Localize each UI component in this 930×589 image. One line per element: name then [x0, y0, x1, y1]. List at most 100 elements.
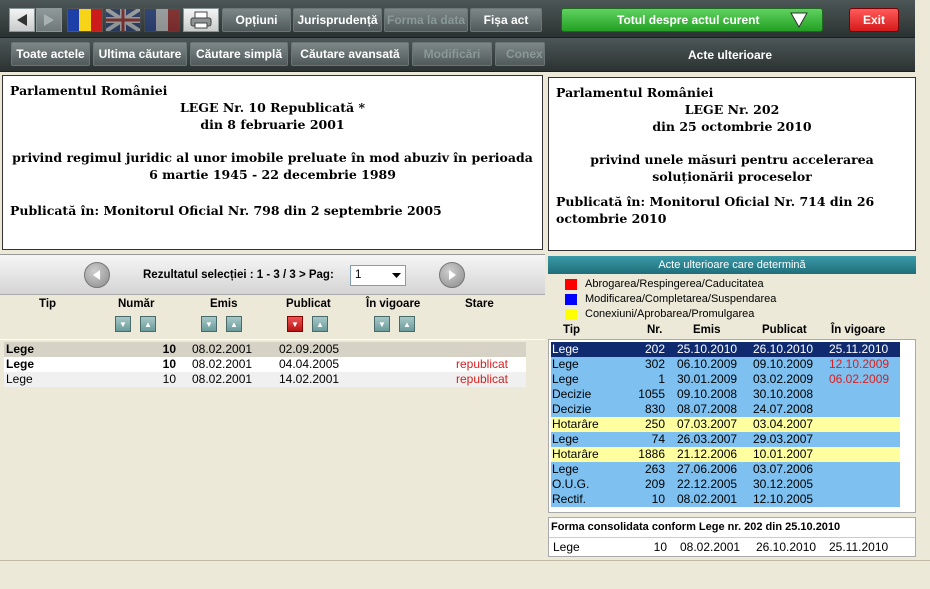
sort-emis-asc-button[interactable]: ▲ — [226, 316, 242, 332]
previous-arrow-icon — [93, 270, 100, 280]
col-nr: Nr. — [647, 324, 663, 336]
forward-arrow-icon — [44, 14, 54, 26]
consolidated-label: Forma consolidata conform Lege nr. 202 d… — [551, 521, 841, 533]
cell-numar: 10 — [162, 357, 176, 371]
acte-row[interactable]: Hotarâre 250 07.03.2007 03.04.2007 — [551, 417, 900, 432]
cell-nr: 202 — [644, 342, 665, 356]
col-emis: Emis — [693, 324, 721, 336]
document-date: din 25 octombrie 2010 — [652, 119, 812, 134]
document-date: din 8 februarie 2001 — [200, 117, 345, 132]
cell-nr: 74 — [651, 432, 665, 446]
pager-label: Rezultatul selecției : 1 - 3 / 3 > Pag: — [143, 269, 334, 281]
document-issuer: Parlamentul României — [10, 83, 168, 98]
cell-emis: 30.01.2009 — [677, 372, 738, 386]
cell-emis: 08.02.2001 — [192, 357, 253, 371]
print-button[interactable] — [183, 8, 219, 32]
acte-row[interactable]: Lege 263 27.06.2006 03.07.2006 — [551, 462, 900, 477]
uk-flag-icon[interactable] — [105, 8, 141, 32]
cautare-avansata-button[interactable]: Căutare avansată — [291, 42, 409, 66]
cell-tip: Decizie — [552, 387, 592, 401]
document-issuer: Parlamentul României — [556, 85, 714, 100]
document-publication: Publicată în: Monitorul Oficial Nr. 798 … — [10, 203, 442, 218]
cell-emis: 27.06.2006 — [677, 462, 738, 476]
france-flag-icon[interactable] — [144, 8, 180, 32]
col-in-vigoare: În vigoare — [366, 298, 421, 310]
forward-button[interactable] — [36, 8, 62, 32]
cell-tip: Lege — [553, 540, 580, 554]
back-button[interactable] — [9, 8, 35, 32]
sort-vigoare-desc-button[interactable]: ▼ — [374, 316, 390, 332]
sort-publicat-asc-button[interactable]: ▲ — [312, 316, 328, 332]
right-document-header: Parlamentul României LEGE Nr. 202 din 25… — [548, 77, 916, 251]
modificari-button[interactable]: Modificări — [412, 42, 492, 66]
col-emis: Emis — [210, 298, 238, 310]
acte-row[interactable]: Lege 202 25.10.2010 26.10.2010 25.11.2010 — [551, 342, 900, 357]
sort-numar-asc-button[interactable]: ▲ — [140, 316, 156, 332]
sort-numar-desc-button[interactable]: ▼ — [115, 316, 131, 332]
exit-button[interactable]: Exit — [849, 8, 899, 32]
jurisprudenta-button[interactable]: Jurisprudență — [293, 8, 382, 32]
cell-publicat: 10.01.2007 — [753, 447, 814, 461]
acte-ulterioare-bar[interactable]: Acte ulterioare — [545, 38, 915, 72]
cell-nr: 830 — [644, 402, 665, 416]
sort-publicat-desc-button[interactable]: ▼ — [287, 316, 303, 332]
forma-la-data-button[interactable]: Forma la data — [384, 8, 468, 32]
legend-swatch-red — [565, 279, 577, 290]
cell-tip: Lege — [552, 462, 579, 476]
document-subject: privind regimul juridic al unor imobile … — [12, 150, 533, 182]
back-arrow-icon — [17, 14, 27, 26]
status-bar — [0, 560, 930, 589]
cell-publicat: 03.04.2007 — [753, 417, 814, 431]
acte-row[interactable]: Decizie 1055 09.10.2008 30.10.2008 — [551, 387, 900, 402]
toate-actele-button[interactable]: Toate actele — [11, 42, 90, 66]
left-document-header: Parlamentul României LEGE Nr. 10 Republi… — [2, 75, 543, 250]
acte-row[interactable]: Lege 302 06.10.2009 09.10.2009 12.10.2009 — [551, 357, 900, 372]
sort-emis-desc-button[interactable]: ▼ — [201, 316, 217, 332]
conexiuni-button[interactable]: Conex — [495, 42, 545, 66]
legend-label: Conexiuni/Aprobarea/Promulgarea — [585, 308, 755, 320]
sort-vigoare-asc-button[interactable]: ▲ — [399, 316, 415, 332]
next-page-button[interactable] — [439, 262, 465, 288]
col-numar: Număr — [118, 298, 155, 310]
table-row[interactable]: Lege 10 08.02.2001 04.04.2005 republicat — [4, 357, 526, 372]
cell-nr: 10 — [651, 492, 665, 506]
romania-flag-icon[interactable] — [67, 8, 103, 32]
acte-row[interactable]: Lege 74 26.03.2007 29.03.2007 — [551, 432, 900, 447]
cell-tip: O.U.G. — [552, 477, 590, 491]
cell-tip: Decizie — [552, 402, 592, 416]
dropdown-triangle-icon — [790, 12, 808, 28]
legend-label: Abrogarea/Respingerea/Caducitatea — [585, 278, 764, 290]
cell-emis: 08.02.2001 — [677, 492, 738, 506]
cell-nr: 250 — [644, 417, 665, 431]
cell-publicat: 03.02.2009 — [753, 372, 814, 386]
fisa-act-button[interactable]: Fișa act — [470, 8, 542, 32]
cautare-simpla-button[interactable]: Căutare simplă — [190, 42, 288, 66]
page-select[interactable]: 1 — [350, 265, 406, 286]
table-row[interactable]: Lege 10 08.02.2001 14.02.2001 republicat — [4, 372, 526, 387]
acte-row[interactable]: O.U.G. 209 22.12.2005 30.12.2005 — [551, 477, 900, 492]
acte-row[interactable]: Lege 1 30.01.2009 03.02.2009 06.02.2009 — [551, 372, 900, 387]
acte-row[interactable]: Hotarâre 1886 21.12.2006 10.01.2007 — [551, 447, 900, 462]
cell-numar: 10 — [162, 342, 176, 356]
totul-despre-button[interactable]: Totul despre actul curent — [561, 8, 823, 32]
document-title: LEGE Nr. 202 — [684, 102, 780, 117]
cell-vigoare: 06.02.2009 — [829, 372, 890, 386]
previous-page-button[interactable] — [84, 262, 110, 288]
cell-publicat: 09.10.2009 — [753, 357, 814, 371]
consolidated-row[interactable]: Lege 10 08.02.2001 26.10.2010 25.11.2010 — [549, 540, 915, 555]
cell-nr: 1055 — [638, 387, 665, 401]
cell-publicat: 26.10.2010 — [756, 540, 817, 554]
cell-emis: 06.10.2009 — [677, 357, 738, 371]
cell-emis: 08.02.2001 — [192, 342, 253, 356]
cell-emis: 26.03.2007 — [677, 432, 738, 446]
cell-emis: 22.12.2005 — [677, 477, 738, 491]
acte-row[interactable]: Decizie 830 08.07.2008 24.07.2008 — [551, 402, 900, 417]
cell-emis: 21.12.2006 — [677, 447, 738, 461]
acte-row[interactable]: Rectif. 10 08.02.2001 12.10.2005 — [551, 492, 900, 507]
optiuni-button[interactable]: Opțiuni — [222, 8, 291, 32]
left-pane: Opțiuni Jurisprudență Forma la data Fișa… — [0, 0, 545, 589]
table-row[interactable]: Lege 10 08.02.2001 02.09.2005 — [4, 342, 526, 357]
ultima-cautare-button[interactable]: Ultima căutare — [93, 42, 187, 66]
cell-tip: Hotarâre — [552, 447, 599, 461]
cell-tip: Lege — [552, 432, 579, 446]
